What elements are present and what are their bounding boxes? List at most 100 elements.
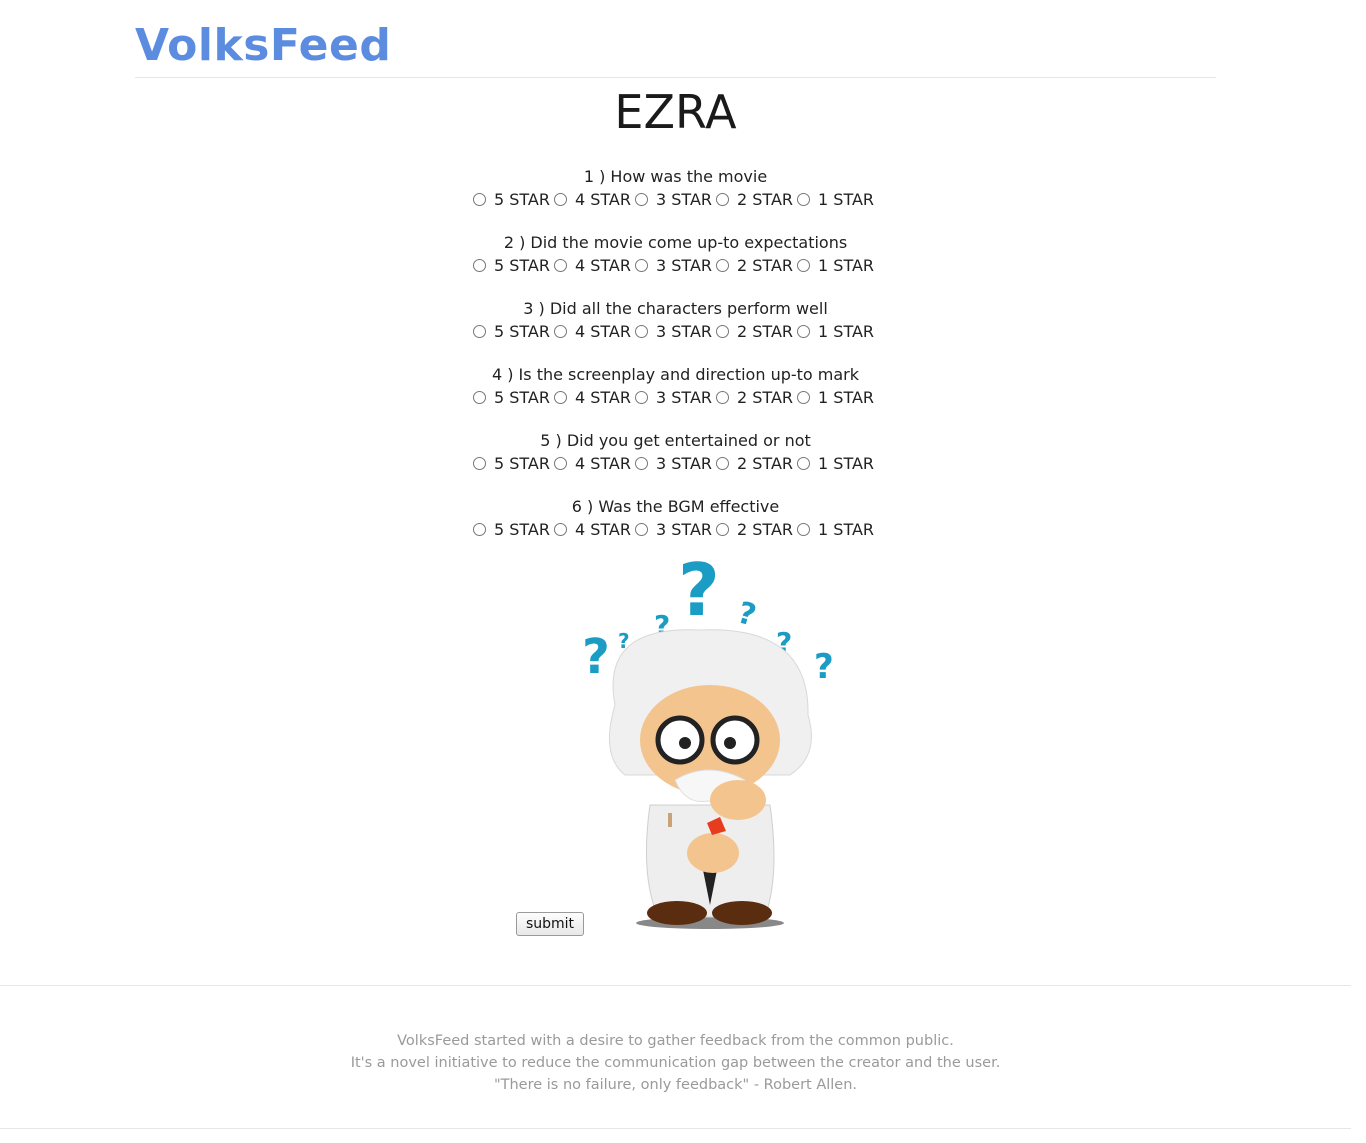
rating-option[interactable]: 5 STAR (472, 190, 550, 209)
page-title: EZRA (614, 85, 737, 139)
rating-option[interactable]: 5 STAR (472, 255, 550, 275)
rating-label: 4 STAR (574, 189, 631, 209)
rating-option[interactable]: 4 STAR (553, 256, 631, 275)
rating-radio[interactable] (716, 192, 729, 206)
rating-radio[interactable] (634, 456, 648, 470)
rating-option[interactable]: 1 STAR (797, 454, 874, 473)
rating-radio[interactable] (634, 324, 648, 338)
footer-line-1: VolksFeed started with a desire to gathe… (397, 1033, 954, 1049)
rating-radio[interactable] (716, 456, 729, 470)
svg-text:?: ? (814, 647, 834, 687)
rating-radio[interactable] (716, 258, 729, 272)
rating-label: 1 STAR (818, 321, 875, 341)
rating-radio[interactable] (634, 390, 648, 404)
rating-radio[interactable] (797, 456, 811, 470)
rating-options: 5 STAR 4 STAR 3 STAR 2 STAR 1 STAR (0, 188, 1351, 210)
rating-option[interactable]: 3 STAR (634, 256, 712, 275)
rating-option[interactable]: 2 STAR (716, 190, 793, 209)
question-block: 3 ) Did all the characters perform well 5… (0, 298, 1351, 364)
rating-option[interactable]: 4 STAR (553, 322, 631, 341)
rating-option[interactable]: 2 STAR (716, 520, 793, 539)
site-footer: VolksFeed started with a desire to gathe… (0, 985, 1351, 1129)
rating-radio[interactable] (553, 324, 567, 338)
footer-line-2: It's a novel initiative to reduce the co… (350, 1055, 1001, 1071)
rating-option[interactable]: 4 STAR (553, 519, 631, 539)
question-text: 2 ) Did the movie come up-to expectation… (503, 233, 848, 252)
rating-radio[interactable] (472, 390, 486, 404)
question-text: 5 ) Did you get entertained or not (540, 431, 811, 450)
question-text: 1 ) How was the movie (583, 167, 768, 186)
confused-scientist-illustration: ? ? ? ? ? ? ? (582, 555, 834, 929)
rating-radio[interactable] (553, 390, 567, 404)
rating-option[interactable]: 5 STAR (472, 387, 550, 407)
rating-label: 1 STAR (818, 387, 875, 407)
footer-line-3: "There is no failure, only feedback" - R… (493, 1077, 858, 1093)
rating-radio[interactable] (553, 522, 567, 536)
rating-label: 2 STAR (737, 519, 794, 539)
rating-option[interactable]: 5 STAR (472, 453, 550, 473)
rating-radio[interactable] (634, 192, 648, 206)
rating-radio[interactable] (797, 258, 811, 272)
rating-option[interactable]: 3 STAR (634, 519, 712, 539)
brand-logo-link[interactable]: VolksFeed (135, 18, 391, 74)
submit-button[interactable]: submit (516, 912, 584, 936)
rating-option[interactable]: 3 STAR (634, 190, 712, 209)
rating-label: 5 STAR (493, 255, 550, 275)
feedback-form: 1 ) How was the movie 5 STAR 4 STAR 3 STAR 2… (0, 166, 1351, 562)
rating-label: 5 STAR (493, 453, 550, 473)
rating-label: 3 STAR (655, 519, 712, 539)
rating-option[interactable]: 5 STAR (472, 322, 550, 341)
rating-radio[interactable] (634, 258, 648, 272)
rating-radio[interactable] (797, 324, 811, 338)
rating-label: 3 STAR (655, 387, 712, 407)
rating-option[interactable]: 2 STAR (716, 388, 793, 407)
question-text: 6 ) Was the BGM effective (571, 497, 780, 516)
rating-radio[interactable] (716, 390, 729, 404)
rating-radio[interactable] (553, 258, 567, 272)
rating-option[interactable]: 4 STAR (553, 189, 631, 209)
rating-radio[interactable] (472, 324, 486, 338)
rating-option[interactable]: 2 STAR (716, 256, 793, 275)
rating-option[interactable]: 3 STAR (634, 387, 712, 407)
rating-label: 4 STAR (574, 453, 631, 473)
rating-option[interactable]: 4 STAR (553, 387, 631, 407)
rating-option[interactable]: 1 STAR (797, 322, 874, 341)
rating-radio[interactable] (472, 192, 486, 206)
rating-label: 4 STAR (574, 519, 631, 539)
rating-option[interactable]: 3 STAR (634, 321, 712, 341)
rating-radio[interactable] (634, 522, 648, 536)
rating-radio[interactable] (472, 456, 486, 470)
rating-option[interactable]: 3 STAR (634, 453, 712, 473)
rating-label: 2 STAR (737, 189, 794, 209)
question-block: 2 ) Did the movie come up-to expectation… (0, 232, 1351, 298)
rating-label: 2 STAR (737, 255, 794, 275)
rating-label: 5 STAR (493, 387, 550, 407)
rating-radio[interactable] (472, 258, 486, 272)
rating-option[interactable]: 1 STAR (797, 388, 874, 407)
rating-radio[interactable] (553, 456, 567, 470)
question-text: 3 ) Did all the characters perform well (523, 299, 828, 318)
rating-radio[interactable] (716, 522, 729, 536)
rating-option[interactable]: 2 STAR (716, 322, 793, 341)
rating-label: 4 STAR (574, 387, 631, 407)
rating-label: 3 STAR (655, 321, 712, 341)
svg-text:?: ? (582, 629, 610, 685)
rating-radio[interactable] (472, 522, 486, 536)
rating-option[interactable]: 2 STAR (716, 454, 793, 473)
rating-radio[interactable] (797, 192, 811, 206)
question-text: 4 ) Is the screenplay and direction up-t… (491, 365, 860, 384)
rating-options: 5 STAR 4 STAR 3 STAR 2 STAR 1 STAR (0, 254, 1351, 276)
rating-option[interactable]: 1 STAR (797, 256, 874, 275)
rating-label: 2 STAR (737, 387, 794, 407)
rating-radio[interactable] (553, 192, 567, 206)
rating-options: 5 STAR 4 STAR 3 STAR 2 STAR 1 STAR (0, 452, 1351, 474)
rating-option[interactable]: 1 STAR (797, 520, 874, 539)
rating-radio[interactable] (716, 324, 729, 338)
rating-option[interactable]: 4 STAR (553, 453, 631, 473)
rating-option[interactable]: 1 STAR (797, 190, 874, 209)
rating-radio[interactable] (797, 522, 811, 536)
question-block: 1 ) How was the movie 5 STAR 4 STAR 3 STAR 2… (0, 166, 1351, 232)
rating-label: 3 STAR (655, 453, 712, 473)
rating-option[interactable]: 5 STAR (472, 520, 550, 539)
rating-radio[interactable] (797, 390, 811, 404)
